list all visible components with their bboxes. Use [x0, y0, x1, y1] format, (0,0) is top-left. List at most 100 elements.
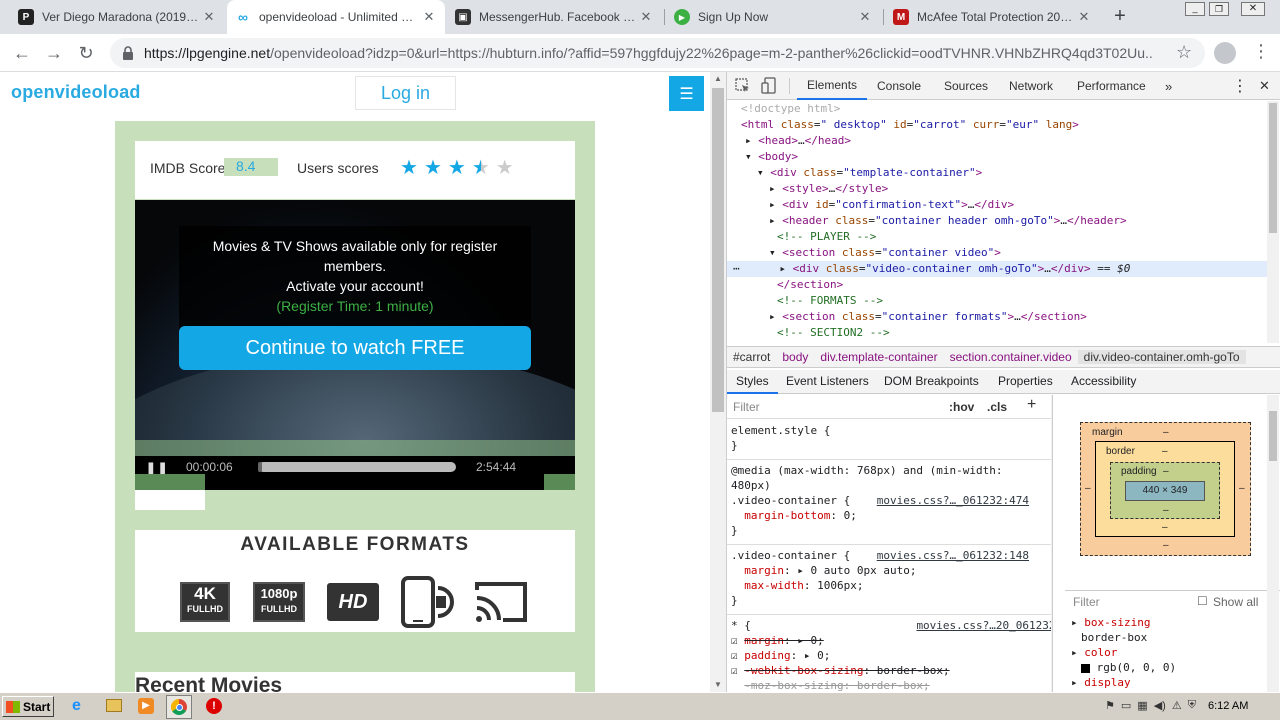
star-icon[interactable]: ★: [448, 155, 466, 180]
show-all-checkbox[interactable]: ☐: [1197, 594, 1208, 608]
start-button[interactable]: Start: [2, 696, 54, 717]
hov-toggle[interactable]: :hov: [949, 400, 974, 414]
tray-monitor-icon[interactable]: ▭: [1121, 699, 1131, 712]
scroll-thumb[interactable]: [712, 88, 724, 412]
dom-line[interactable]: <html class=" desktop" id="carrot" curr=…: [727, 117, 1267, 133]
css-line[interactable]: ☑ padding: ▸ 0;: [731, 648, 1049, 663]
css-line[interactable]: -moz-box-sizing: border-box;: [731, 678, 1049, 692]
styles-filter[interactable]: Filter :hov .cls +: [727, 395, 1052, 419]
back-arrow-icon[interactable]: ←: [8, 39, 36, 67]
devtools-tab-network[interactable]: Network: [1009, 72, 1053, 100]
devtools-menu-icon[interactable]: ⋮: [1232, 72, 1248, 100]
css-line[interactable]: ☑ margin: ▸ 0;: [731, 633, 1049, 648]
subtab-accessibility[interactable]: Accessibility: [1071, 374, 1136, 388]
clock[interactable]: 6:12 AM: [1208, 700, 1248, 712]
dom-line[interactable]: </section>: [727, 277, 1267, 293]
close-tab-icon[interactable]: ✕: [638, 9, 654, 25]
inspect-element-icon[interactable]: [735, 78, 751, 94]
subtab-styles[interactable]: Styles: [727, 370, 778, 394]
star-icon[interactable]: ★: [424, 155, 442, 180]
chrome-taskbar-icon[interactable]: [166, 695, 192, 719]
dom-line[interactable]: ▸ <section class="container formats">…</…: [727, 309, 1267, 325]
devtools-tab-elements[interactable]: Elements: [797, 72, 868, 100]
tray-network-icon[interactable]: ▦: [1137, 699, 1147, 712]
site-logo[interactable]: openvideoload: [11, 82, 141, 103]
dom-line[interactable]: <!-- PLAYER -->: [727, 229, 1267, 245]
scroll-up-arrow-icon[interactable]: ▲: [714, 74, 722, 83]
devtools-tab-sources[interactable]: Sources: [944, 72, 988, 100]
subtab-properties[interactable]: Properties: [998, 374, 1053, 388]
css-line[interactable]: @media (max-width: 768px) and (min-width…: [731, 463, 1049, 478]
reload-icon[interactable]: ↻: [72, 39, 100, 67]
css-line[interactable]: .video-container { movies.css?…_061232:1…: [731, 548, 1049, 563]
css-line[interactable]: margin: ▸ 0 auto 0px auto;: [731, 563, 1049, 578]
login-button[interactable]: Log in: [355, 76, 456, 110]
continue-free-button[interactable]: Continue to watch FREE: [179, 326, 531, 370]
new-tab-button[interactable]: +: [1108, 5, 1132, 29]
page-scrollbar[interactable]: ▲ ▼: [710, 72, 726, 692]
devtools-tab-performance[interactable]: Performance: [1077, 72, 1146, 100]
dom-line[interactable]: <!-- SECTION2 -->: [727, 325, 1267, 341]
tray-alert-icon[interactable]: ⚠: [1172, 699, 1182, 712]
more-tabs-icon[interactable]: »: [1165, 72, 1172, 100]
hamburger-menu-icon[interactable]: ☰: [669, 76, 704, 111]
crumb-section[interactable]: section.container.video: [944, 350, 1078, 364]
dom-line[interactable]: <!doctype html>: [727, 101, 1267, 117]
close-tab-icon[interactable]: ✕: [421, 9, 437, 25]
computed-scroll-thumb[interactable]: [1269, 411, 1277, 461]
dom-line[interactable]: ▸ <header class="container header omh-go…: [727, 213, 1267, 229]
star-icon[interactable]: ★: [496, 155, 514, 180]
computed-filter[interactable]: Filter ☐ Show all: [1065, 590, 1280, 612]
styles-scrollbar[interactable]: [1051, 395, 1052, 692]
bookmark-star-icon[interactable]: ☆: [1176, 42, 1192, 63]
device-toggle-icon[interactable]: [761, 77, 777, 95]
crumb-video-container[interactable]: div.video-container.omh-goTo: [1077, 350, 1246, 364]
star-rating[interactable]: ★ ★ ★ ★ ★: [400, 155, 514, 180]
computed-scrollbar[interactable]: [1267, 395, 1279, 692]
dom-line[interactable]: ▸ <style>…</style>: [727, 181, 1267, 197]
devtools-close-icon[interactable]: ✕: [1259, 72, 1270, 100]
video-player[interactable]: Movies & TV Shows available only for reg…: [135, 200, 575, 490]
progress-track[interactable]: [258, 462, 456, 472]
menu-kebab-icon[interactable]: ⋮: [1252, 41, 1270, 62]
css-line[interactable]: }: [731, 523, 1049, 538]
tray-shield-icon[interactable]: ⛨: [1188, 699, 1196, 712]
tab-openvideoload[interactable]: ∞ openvideoload - Unlimited Movie ✕: [227, 0, 445, 34]
dom-scrollbar[interactable]: [1267, 101, 1279, 343]
warning-app-icon[interactable]: !: [206, 698, 222, 714]
dom-scroll-thumb[interactable]: [1269, 103, 1277, 233]
tab-maradona[interactable]: P Ver Diego Maradona (2019) Onli ✕: [10, 0, 225, 34]
tray-volume-icon[interactable]: ◀): [1154, 699, 1166, 712]
css-line[interactable]: * { movies.css?…20_061232:1: [731, 618, 1052, 633]
crumb-template[interactable]: div.template-container: [814, 350, 943, 364]
css-line[interactable]: margin-bottom: 0;: [731, 508, 1049, 523]
subtab-dom-breakpoints[interactable]: DOM Breakpoints: [884, 374, 979, 388]
dom-line[interactable]: ▸ <head>…</head>: [727, 133, 1267, 149]
add-rule-icon[interactable]: +: [1027, 396, 1036, 414]
cls-toggle[interactable]: .cls: [987, 400, 1007, 414]
dom-line[interactable]: ▾ <section class="container video">: [727, 245, 1267, 261]
ie-icon[interactable]: e: [72, 697, 81, 715]
box-model-border[interactable]: border – – padding – – 440 × 349: [1095, 441, 1235, 537]
subtab-event-listeners[interactable]: Event Listeners: [786, 374, 869, 388]
profile-avatar-icon[interactable]: [1214, 42, 1236, 64]
tab-mcafee[interactable]: M McAfee Total Protection 2020 | ✕: [885, 0, 1100, 34]
dom-line[interactable]: ▾ <div class="template-container">: [727, 165, 1267, 181]
folder-icon[interactable]: [106, 699, 122, 712]
css-line[interactable]: ☑ -webkit-box-sizing: border-box;: [731, 663, 1049, 678]
tab-messengerhub[interactable]: ▣ MessengerHub. Facebook Messe ✕: [447, 0, 662, 34]
crumb-carrot[interactable]: #carrot: [727, 350, 776, 364]
css-line[interactable]: .video-container { movies.css?…_061232:4…: [731, 493, 1049, 508]
star-icon[interactable]: ★: [400, 155, 418, 180]
css-line[interactable]: }: [731, 593, 1049, 608]
dom-line[interactable]: ▾ <body>: [727, 149, 1267, 165]
computed-prop[interactable]: ▸ box-sizing: [1071, 615, 1271, 630]
devtools-tab-console[interactable]: Console: [877, 72, 921, 100]
css-line[interactable]: 480px): [731, 478, 1049, 493]
dom-line[interactable]: <!-- FORMATS -->: [727, 293, 1267, 309]
forward-arrow-icon[interactable]: →: [40, 39, 68, 67]
computed-prop[interactable]: ▸ display: [1071, 675, 1271, 690]
close-tab-icon[interactable]: ✕: [1076, 9, 1092, 25]
css-line[interactable]: }: [731, 438, 1049, 453]
maximize-button[interactable]: ❐: [1209, 2, 1229, 16]
